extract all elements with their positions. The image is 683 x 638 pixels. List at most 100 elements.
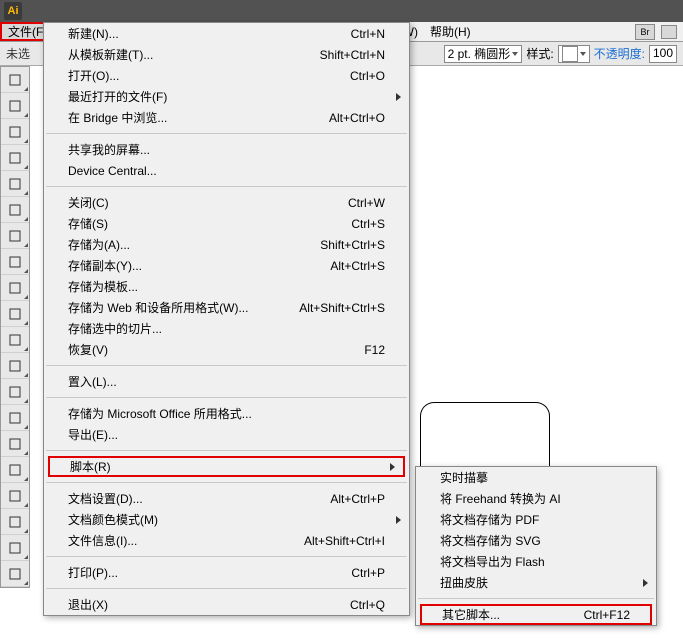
- menu-item[interactable]: 存储为(A)...Shift+Ctrl+S: [44, 234, 409, 255]
- menu-item-label: 存储为模板...: [68, 278, 385, 295]
- free-transform-tool[interactable]: [1, 457, 29, 483]
- chevron-down-icon: [512, 52, 518, 56]
- menu-item[interactable]: 脚本(R): [48, 456, 405, 477]
- rectangle-tool[interactable]: [1, 249, 29, 275]
- menu-item[interactable]: Device Central...: [44, 160, 409, 181]
- arrange-button[interactable]: [661, 25, 677, 39]
- menu-item[interactable]: 存储为模板...: [44, 276, 409, 297]
- menu-item[interactable]: 在 Bridge 中浏览...Alt+Ctrl+O: [44, 107, 409, 128]
- menu-item[interactable]: 实时描摹: [416, 467, 656, 488]
- menu-item-label: 打印(P)...: [68, 564, 351, 581]
- menu-item-label: 文档颜色模式(M): [68, 511, 385, 528]
- eraser-tool[interactable]: [1, 353, 29, 379]
- shape-builder-tool[interactable]: [1, 483, 29, 509]
- separator: [46, 133, 407, 134]
- menu-item[interactable]: 存储(S)Ctrl+S: [44, 213, 409, 234]
- pen-tool[interactable]: [1, 171, 29, 197]
- menu-item[interactable]: 打开(O)...Ctrl+O: [44, 65, 409, 86]
- selection-icon: [7, 72, 23, 88]
- stroke-profile-dropdown[interactable]: 2 pt. 椭圆形: [444, 45, 523, 63]
- menu-item-label: 文件信息(I)...: [68, 532, 304, 549]
- free-transform-icon: [7, 462, 23, 478]
- menu-item-label: 存储为 Microsoft Office 所用格式...: [68, 405, 385, 422]
- shortcut-label: Ctrl+F12: [584, 608, 630, 622]
- menu-item[interactable]: 新建(N)...Ctrl+N: [44, 23, 409, 44]
- title-bar: Ai: [0, 0, 683, 22]
- menu-item[interactable]: 共享我的屏幕...: [44, 139, 409, 160]
- menu-item[interactable]: 将文档存储为 PDF: [416, 509, 656, 530]
- style-dropdown[interactable]: [558, 45, 590, 63]
- menu-item-label: Device Central...: [68, 164, 385, 178]
- scale-tool[interactable]: [1, 405, 29, 431]
- menu-item[interactable]: 存储选中的切片...: [44, 318, 409, 339]
- menu-item[interactable]: 导出(E)...: [44, 424, 409, 445]
- menu-item[interactable]: 文档颜色模式(M): [44, 509, 409, 530]
- shortcut-label: Ctrl+Q: [350, 598, 385, 612]
- menu-item[interactable]: 其它脚本...Ctrl+F12: [420, 604, 652, 625]
- scripts-submenu: 实时描摹将 Freehand 转换为 AI将文档存储为 PDF将文档存储为 SV…: [415, 466, 657, 626]
- opacity-input[interactable]: 100: [649, 45, 677, 63]
- menu-item[interactable]: 文档设置(D)...Alt+Ctrl+P: [44, 488, 409, 509]
- menu-item[interactable]: 存储为 Microsoft Office 所用格式...: [44, 403, 409, 424]
- menu-item[interactable]: 关闭(C)Ctrl+W: [44, 192, 409, 213]
- menu-item[interactable]: 文件信息(I)...Alt+Shift+Ctrl+I: [44, 530, 409, 551]
- opacity-label: 不透明度:: [594, 45, 645, 62]
- paintbrush-icon: [7, 280, 23, 296]
- line-tool[interactable]: [1, 223, 29, 249]
- menu-item-label: 新建(N)...: [68, 25, 351, 42]
- menu-item[interactable]: 将文档导出为 Flash: [416, 551, 656, 572]
- menu-item-label: 退出(X): [68, 596, 350, 613]
- menu-item-label: 扭曲皮肤: [440, 574, 632, 591]
- selection-tool[interactable]: [1, 67, 29, 93]
- eyedropper-tool[interactable]: [1, 561, 29, 587]
- shortcut-label: Shift+Ctrl+S: [320, 238, 385, 252]
- width-tool[interactable]: [1, 431, 29, 457]
- menu-item[interactable]: 打印(P)...Ctrl+P: [44, 562, 409, 583]
- shortcut-label: Alt+Ctrl+S: [330, 259, 385, 273]
- menu-item[interactable]: 从模板新建(T)...Shift+Ctrl+N: [44, 44, 409, 65]
- gradient-tool[interactable]: [1, 535, 29, 561]
- menu-item[interactable]: 将 Freehand 转换为 AI: [416, 488, 656, 509]
- paintbrush-tool[interactable]: [1, 275, 29, 301]
- menu-item-label: 存储选中的切片...: [68, 320, 385, 337]
- pencil-icon: [7, 306, 23, 322]
- separator: [418, 598, 654, 599]
- pencil-tool[interactable]: [1, 301, 29, 327]
- menu-item-label: 最近打开的文件(F): [68, 88, 385, 105]
- menu-item[interactable]: 置入(L)...: [44, 371, 409, 392]
- rotate-tool[interactable]: [1, 379, 29, 405]
- direct-select-tool[interactable]: [1, 93, 29, 119]
- style-swatch-icon: [562, 46, 578, 62]
- menu-item[interactable]: 将文档存储为 SVG: [416, 530, 656, 551]
- submenu-arrow-icon: [396, 516, 401, 524]
- menu-item[interactable]: 退出(X)Ctrl+Q: [44, 594, 409, 615]
- menu-帮助(H)[interactable]: 帮助(H): [424, 22, 477, 41]
- shortcut-label: Shift+Ctrl+N: [320, 48, 385, 62]
- menu-item-label: 存储(S): [68, 215, 351, 232]
- menu-item[interactable]: 恢复(V)F12: [44, 339, 409, 360]
- scale-icon: [7, 410, 23, 426]
- bridge-button[interactable]: Br: [635, 24, 655, 40]
- menu-item-label: 打开(O)...: [68, 67, 350, 84]
- menu-item[interactable]: 存储副本(Y)...Alt+Ctrl+S: [44, 255, 409, 276]
- blob-tool[interactable]: [1, 327, 29, 353]
- lasso-tool[interactable]: [1, 145, 29, 171]
- type-tool[interactable]: [1, 197, 29, 223]
- rotate-icon: [7, 384, 23, 400]
- shape-builder-icon: [7, 488, 23, 504]
- separator: [46, 556, 407, 557]
- type-icon: [7, 202, 23, 218]
- blob-icon: [7, 332, 23, 348]
- shortcut-label: Alt+Ctrl+P: [330, 492, 385, 506]
- file-menu-dropdown: 新建(N)...Ctrl+N从模板新建(T)...Shift+Ctrl+N打开(…: [43, 22, 410, 616]
- separator: [46, 450, 407, 451]
- menu-item[interactable]: 最近打开的文件(F): [44, 86, 409, 107]
- menu-item[interactable]: 扭曲皮肤: [416, 572, 656, 593]
- shortcut-label: Ctrl+N: [351, 27, 385, 41]
- line-icon: [7, 228, 23, 244]
- menu-item[interactable]: 存储为 Web 和设备所用格式(W)...Alt+Shift+Ctrl+S: [44, 297, 409, 318]
- magic-wand-tool[interactable]: [1, 119, 29, 145]
- eyedropper-icon: [7, 566, 23, 582]
- mesh-tool[interactable]: [1, 509, 29, 535]
- menu-item-label: 恢复(V): [68, 341, 364, 358]
